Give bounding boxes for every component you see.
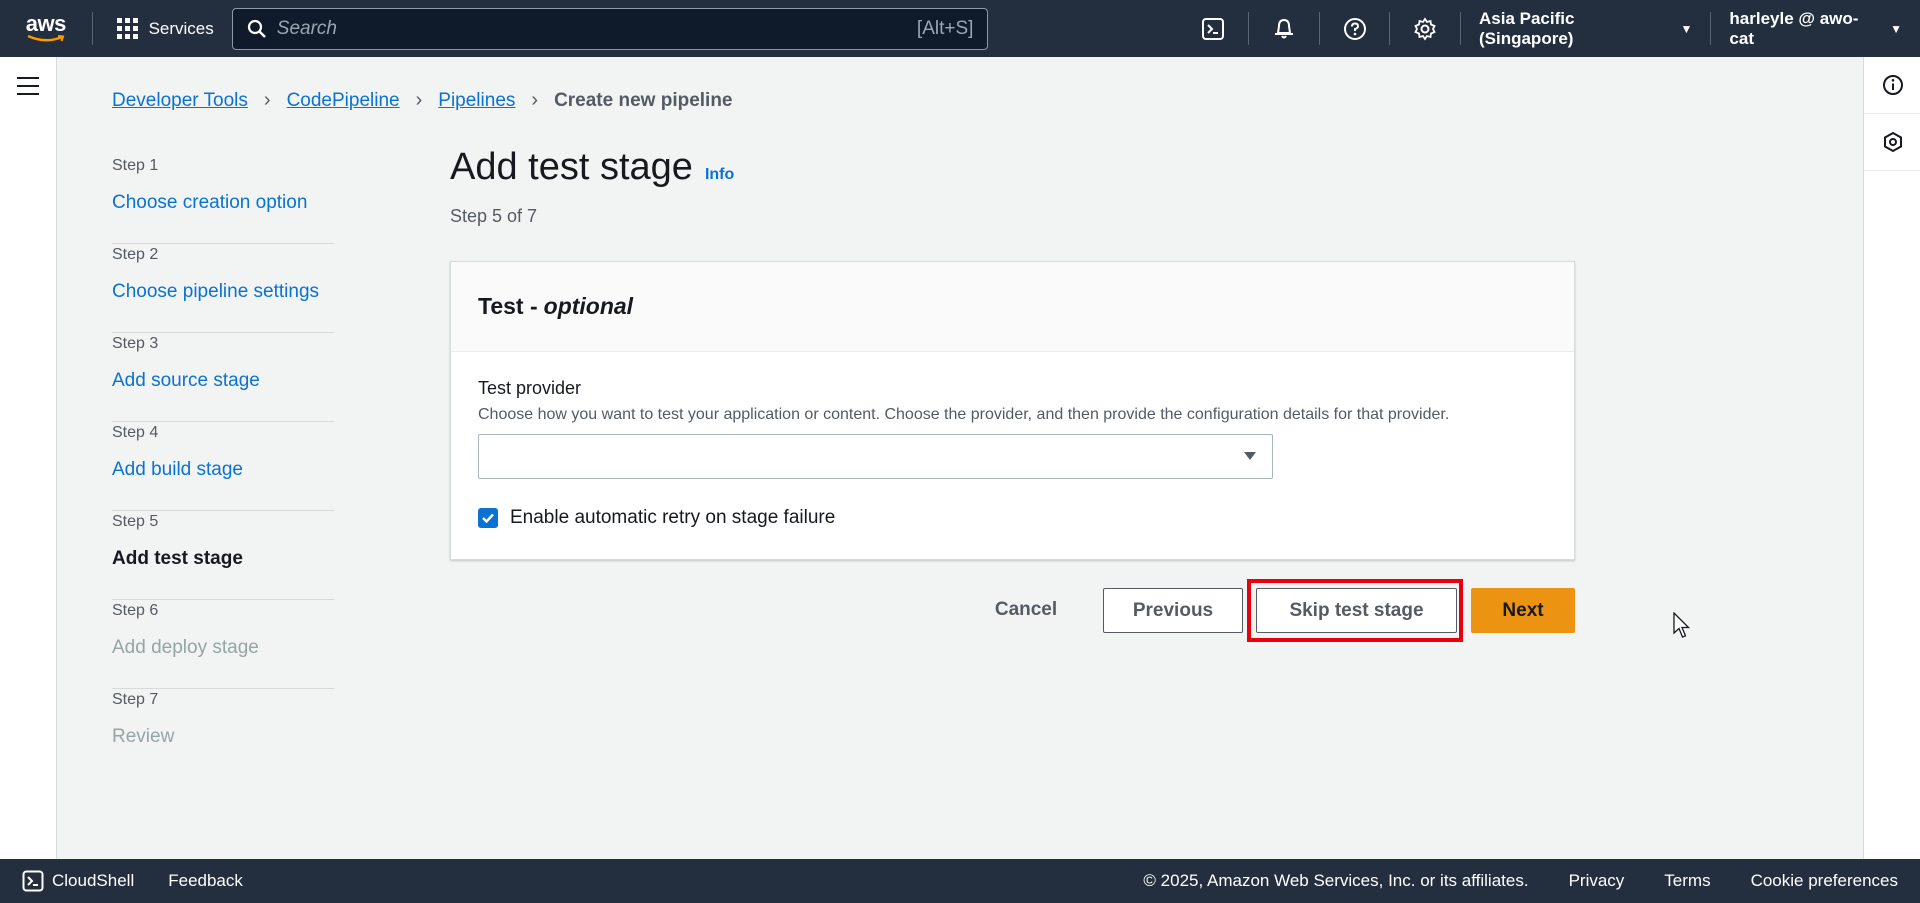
card-heading: Test - [478,293,538,319]
breadcrumb-developer-tools[interactable]: Developer Tools [112,90,248,112]
wizard-step-1: Step 1 Choose creation option [112,155,334,244]
step-number: Step 2 [112,246,159,263]
page-title: Add test stage Info [450,146,734,189]
checkmark-icon [482,513,494,524]
account-label: harleyle @ awo-cat [1729,8,1859,48]
right-panel-strip [1863,57,1920,859]
cloudshell-footer-button[interactable]: CloudShell [22,870,134,892]
step-number: Step 1 [112,157,159,174]
step-number: Step 4 [112,424,159,441]
wizard-step-5: Step 5 Add test stage [112,511,334,600]
wizard-step-4: Step 4 Add build stage [112,422,334,511]
footer: CloudShell Feedback © 2025, Amazon Web S… [0,859,1920,903]
step-link-add-source-stage[interactable]: Add source stage [112,370,334,392]
page-subtitle: Step 5 of 7 [450,206,538,226]
card-header: Test - optional [451,262,1574,352]
wizard-steps: Step 1 Choose creation option Step 2 Cho… [112,155,334,778]
feedback-link[interactable]: Feedback [168,871,243,891]
mouse-cursor-icon [1673,612,1691,638]
auto-retry-label: Enable automatic retry on stage failure [510,507,836,528]
search-icon [247,19,266,38]
region-selector[interactable]: Asia Pacific (Singapore) ▼ [1461,0,1710,57]
search-placeholder: Search [276,17,337,39]
menu-icon[interactable] [17,77,39,101]
aws-smile-icon [27,35,65,42]
tutorial-panel-button[interactable] [1864,114,1920,171]
cloudshell-icon [22,870,44,892]
left-panel-strip [0,57,57,859]
wizard-step-6: Step 6 Add deploy stage [112,600,334,689]
test-provider-label: Test provider [478,378,582,398]
wizard-step-3: Step 3 Add source stage [112,333,334,422]
aws-logo[interactable]: aws [0,0,92,57]
auto-retry-row: Enable automatic retry on stage failure [478,507,835,529]
account-menu[interactable]: harleyle @ awo-cat ▼ [1711,0,1920,57]
card-heading-optional: optional [543,293,634,319]
services-label: Services [148,18,214,38]
help-button[interactable] [1320,0,1390,57]
footer-links: © 2025, Amazon Web Services, Inc. or its… [1143,871,1920,891]
step-number: Step 3 [112,335,159,352]
breadcrumb: Developer Tools › CodePipeline › Pipelin… [112,89,733,112]
test-stage-card: Test - optional Test provider Choose how… [450,261,1575,560]
breadcrumb-pipelines[interactable]: Pipelines [438,90,515,112]
cloudshell-button[interactable] [1178,0,1248,57]
highlight-box [1247,579,1463,642]
caret-down-icon: ▼ [1890,21,1903,36]
help-icon [1343,17,1366,40]
step-current-add-test-stage: Add test stage [112,548,243,569]
info-panel-button[interactable] [1864,57,1920,114]
step-link-add-build-stage[interactable]: Add build stage [112,459,334,481]
hexagon-icon [1883,131,1902,153]
services-grid-icon [116,18,138,39]
search-shortcut: [Alt+S] [916,17,974,39]
top-navigation: aws Services Search [Alt+S] Asia Pacific… [0,0,1920,57]
chevron-right-icon: › [531,89,539,111]
step-number: Step 5 [112,513,159,530]
breadcrumb-codepipeline[interactable]: CodePipeline [287,90,400,112]
gear-icon [1414,16,1436,41]
chevron-right-icon: › [263,89,271,111]
region-label: Asia Pacific (Singapore) [1478,8,1575,48]
caret-down-icon [1244,452,1256,460]
nav-icons: Asia Pacific (Singapore) ▼ harleyle @ aw… [1178,0,1920,57]
terms-link[interactable]: Terms [1664,871,1710,891]
test-provider-select[interactable] [478,434,1273,479]
cancel-button[interactable]: Cancel [976,587,1076,632]
wizard-step-7: Step 7 Review [112,689,334,778]
search-input[interactable]: Search [Alt+S] [231,7,989,50]
step-number: Step 7 [112,691,159,708]
step-disabled-review: Review [112,726,175,747]
cloudshell-label: CloudShell [52,871,135,890]
caret-down-icon: ▼ [1680,21,1693,36]
breadcrumb-current: Create new pipeline [554,89,733,111]
step-disabled-add-deploy-stage: Add deploy stage [112,637,259,658]
next-button[interactable]: Next [1471,588,1575,633]
wizard-step-2: Step 2 Choose pipeline settings [112,244,334,333]
aws-logo-text: aws [25,11,67,36]
chevron-right-icon: › [415,89,423,111]
bell-icon [1274,18,1293,38]
cloudshell-icon [1202,17,1225,40]
services-menu[interactable]: Services [93,0,232,57]
privacy-link[interactable]: Privacy [1569,871,1625,891]
info-link[interactable]: Info [705,166,734,184]
auto-retry-checkbox[interactable] [478,508,498,528]
step-link-choose-creation-option[interactable]: Choose creation option [112,192,334,214]
settings-button[interactable] [1390,0,1460,57]
info-icon [1882,75,1903,95]
cookie-preferences-link[interactable]: Cookie preferences [1751,871,1898,891]
step-link-choose-pipeline-settings[interactable]: Choose pipeline settings [112,281,334,303]
step-number: Step 6 [112,602,159,619]
copyright-text: © 2025, Amazon Web Services, Inc. or its… [1143,871,1529,890]
page-title-text: Add test stage [450,146,693,188]
test-provider-description: Choose how you want to test your applica… [478,406,1450,423]
previous-button[interactable]: Previous [1103,588,1243,633]
notifications-button[interactable] [1249,0,1319,57]
